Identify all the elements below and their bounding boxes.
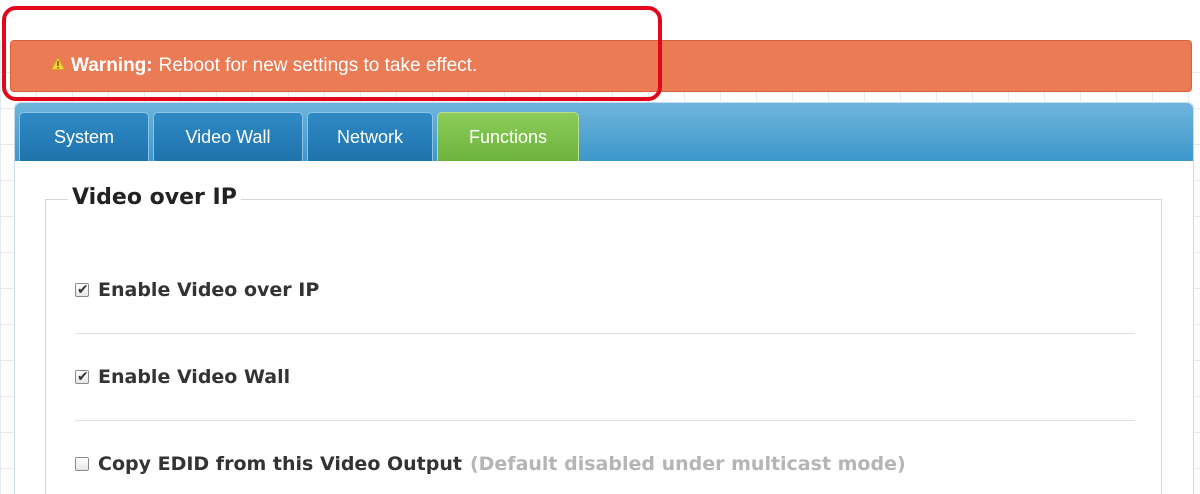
tab-network[interactable]: Network — [307, 112, 433, 161]
option-label: Enable Video Wall — [98, 366, 291, 388]
option-hint: (Default disabled under multicast mode) — [469, 453, 906, 475]
divider — [75, 333, 1135, 334]
option-label: Copy EDID from this Video Output — [98, 453, 462, 475]
checkmark-icon: ✔ — [77, 368, 89, 384]
option-enable-video-over-ip[interactable]: ✔ Enable Video over IP — [75, 279, 319, 301]
option-enable-video-wall[interactable]: ✔ Enable Video Wall — [75, 366, 290, 388]
option-copy-edid[interactable]: Copy EDID from this Video Output (Defaul… — [75, 453, 906, 475]
enable-video-wall-checkbox[interactable]: ✔ — [75, 368, 89, 384]
copy-edid-checkbox[interactable] — [75, 457, 89, 471]
checkmark-icon: ✔ — [77, 281, 89, 297]
highlight-annotation — [2, 6, 662, 101]
tab-video-wall[interactable]: Video Wall — [153, 112, 303, 161]
tab-functions[interactable]: Functions — [437, 112, 579, 161]
option-label: Enable Video over IP — [98, 279, 320, 301]
group-title: Video over IP — [68, 185, 241, 210]
tab-bar: System Video Wall Network Functions — [15, 103, 1193, 161]
tab-system[interactable]: System — [19, 112, 149, 161]
divider — [75, 420, 1135, 421]
page: Warning: Reboot for new settings to take… — [0, 0, 1200, 494]
video-over-ip-group — [45, 199, 1162, 494]
enable-video-over-ip-checkbox[interactable]: ✔ — [75, 281, 89, 297]
